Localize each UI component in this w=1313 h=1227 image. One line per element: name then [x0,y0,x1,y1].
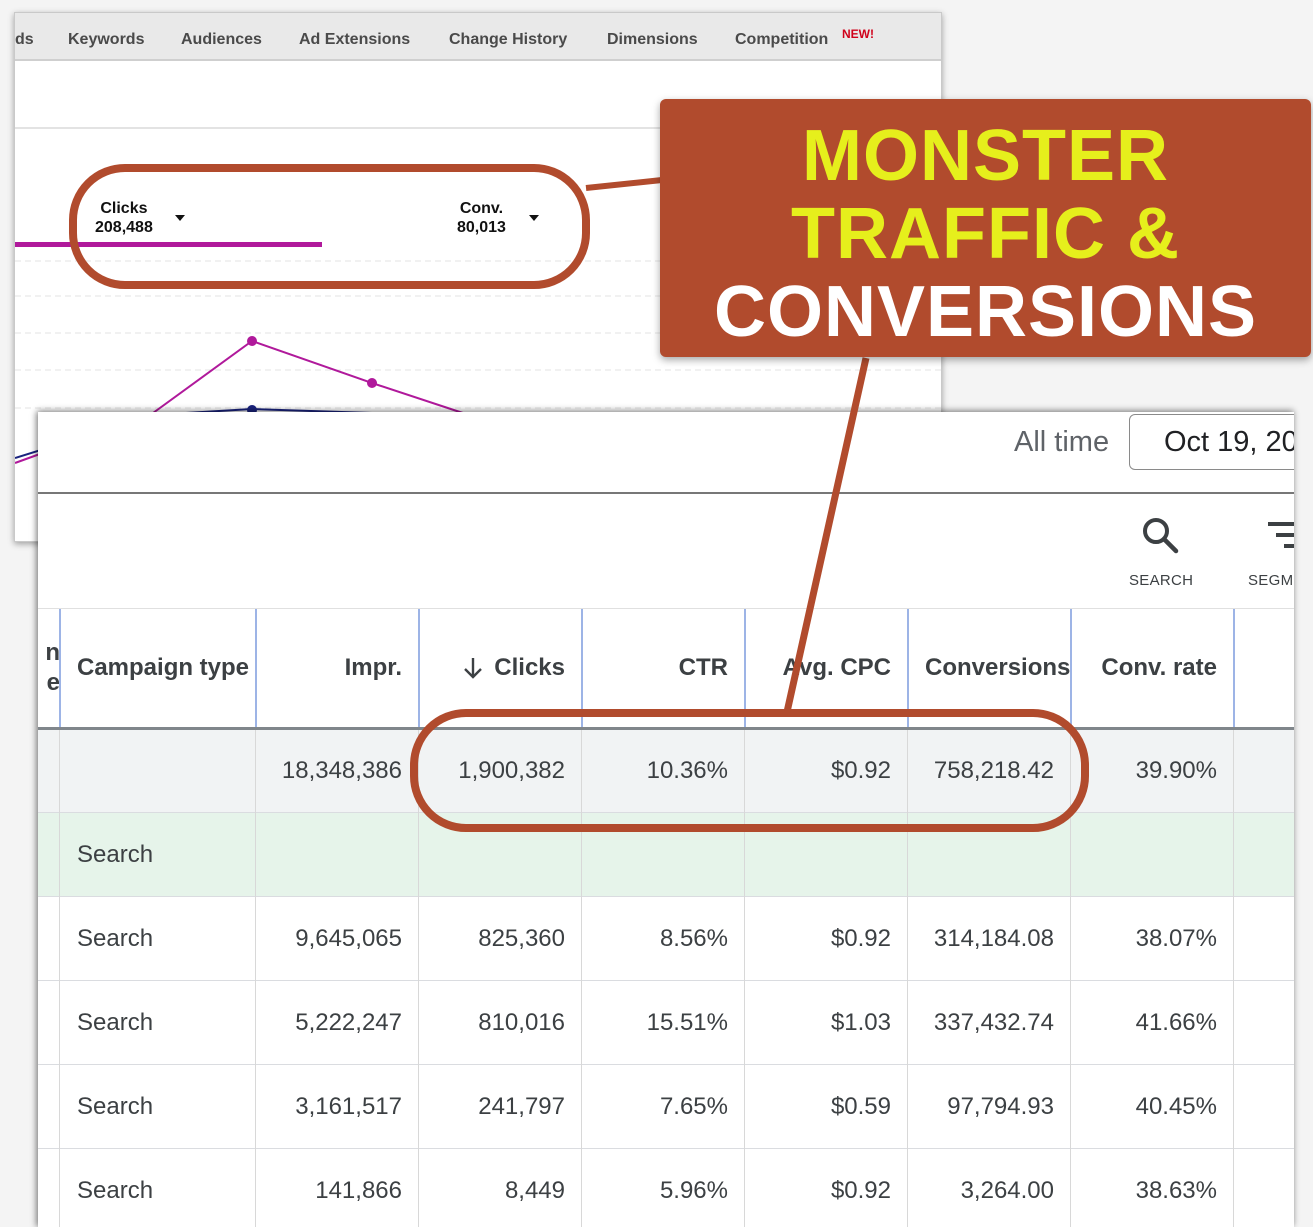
header-fragment: n [45,639,60,666]
cell-campaign-type: Search [77,1092,154,1120]
callout-banner: MONSTER TRAFFIC & CONVERSIONS [660,99,1311,357]
date-range-bar: All time Oct 19, 20 [38,412,1294,494]
conv-metric[interactable]: Conv. 80,013 [457,199,506,237]
clicks-metric[interactable]: Clicks 208,488 [95,199,153,237]
cell-clicks: 825,360 [478,924,565,952]
clicks-metric-label: Clicks [100,200,148,217]
cell-campaign-type: Search [77,840,154,868]
table-group-row: Search [38,813,1294,896]
cell-campaign-type [60,730,256,812]
cell-avg-cpc: $1.03 [830,1008,891,1036]
cell-ctr: 7.65% [659,1092,728,1120]
header-fragment: e [46,669,60,696]
table-total-row: 18,348,386 1,900,382 10.36% $0.92 758,21… [38,730,1294,812]
cell-ctr: 15.51% [646,1008,728,1036]
cell-conv-rate: 39.90% [1135,757,1217,784]
cell-ctr: 5.96% [659,1176,728,1204]
table-row[interactable]: Search 141,866 8,449 5.96% $0.92 3,264.0… [38,1149,1294,1227]
table-row[interactable]: Search 9,645,065 825,360 8.56% $0.92 314… [38,897,1294,980]
callout-line-1: MONSTER [802,116,1169,196]
date-picker[interactable]: Oct 19, 20 [1129,414,1294,470]
date-range-label: All time [1014,426,1110,458]
cell-clicks: 241,797 [478,1092,565,1120]
conv-metric-label: Conv. [459,200,504,217]
column-header-campaign-type[interactable]: Campaign type [60,609,256,727]
clicks-series-underline [15,242,322,247]
cell-conv-rate: 40.45% [1135,1092,1217,1120]
conv-metric-value: 80,013 [457,219,506,236]
cell-impr: 18,348,386 [281,757,402,784]
cell-avg-cpc: $0.92 [830,757,891,784]
cell-clicks: 1,900,382 [458,757,565,784]
cell-conversions: 97,794.93 [947,1092,1054,1120]
google-ads-campaign-table-screenshot: All time Oct 19, 20 SEARCH SEGM n e Camp… [38,412,1294,1227]
column-header-conversions[interactable]: Conversions [908,609,1071,727]
sort-descending-icon [464,658,483,679]
cell-conversions: 758,218.42 [933,757,1054,784]
column-header-ctr[interactable]: CTR [582,609,745,727]
cell-conversions: 337,432.74 [933,1008,1054,1036]
cell-ctr: 8.56% [659,924,728,952]
column-header-partial[interactable]: n e [38,609,60,727]
column-header-impr[interactable]: Impr. [256,609,419,727]
cell-impr: 3,161,517 [295,1092,402,1120]
cell-conversions: 314,184.08 [933,924,1054,952]
cell-conv-rate: 41.66% [1135,1008,1217,1036]
cell-conv-rate: 38.63% [1135,1176,1217,1204]
column-header-avg-cpc[interactable]: Avg. CPC [745,609,908,727]
column-header-conv-rate[interactable]: Conv. rate [1071,609,1234,727]
chevron-down-icon[interactable] [175,215,185,221]
clicks-metric-value: 208,488 [95,219,153,236]
clicks-point [247,336,257,346]
callout-line-3: CONVERSIONS [713,272,1258,352]
cell-impr: 9,645,065 [295,924,402,952]
callout-line-2: TRAFFIC & [791,194,1180,274]
search-label[interactable]: SEARCH [1129,572,1193,589]
clicks-point [367,378,377,388]
cell-campaign-type: Search [77,1008,154,1036]
cell-clicks: 810,016 [478,1008,565,1036]
chevron-down-icon[interactable] [529,215,539,221]
segment-icon[interactable] [1266,520,1294,552]
cell-campaign-type: Search [77,1176,154,1204]
cell-impr: 5,222,247 [295,1008,402,1036]
table-header-row: n e Campaign type Impr. Clicks CTR Avg. … [38,609,1294,727]
cell-conv-rate: 38.07% [1135,924,1217,952]
cell-ctr: 10.36% [646,757,728,784]
table-toolbar: SEARCH SEGM [38,494,1294,609]
cell-campaign-type: Search [77,924,154,952]
cell-avg-cpc: $0.59 [830,1092,891,1120]
column-header-clicks[interactable]: Clicks [419,609,582,727]
campaign-table: n e Campaign type Impr. Clicks CTR Avg. … [38,608,1294,1227]
cell-clicks: 8,449 [504,1176,565,1204]
cell-impr: 141,866 [315,1176,402,1204]
cell-avg-cpc: $0.92 [830,924,891,952]
segment-label[interactable]: SEGM [1248,572,1293,589]
table-row[interactable]: Search 3,161,517 241,797 7.65% $0.59 97,… [38,1065,1294,1148]
cell-avg-cpc: $0.92 [830,1176,891,1204]
search-icon[interactable] [1141,516,1181,556]
cell-conversions: 3,264.00 [960,1176,1054,1204]
column-header-clicks-label: Clicks [494,654,565,681]
table-row[interactable]: Search 5,222,247 810,016 15.51% $1.03 33… [38,981,1294,1064]
